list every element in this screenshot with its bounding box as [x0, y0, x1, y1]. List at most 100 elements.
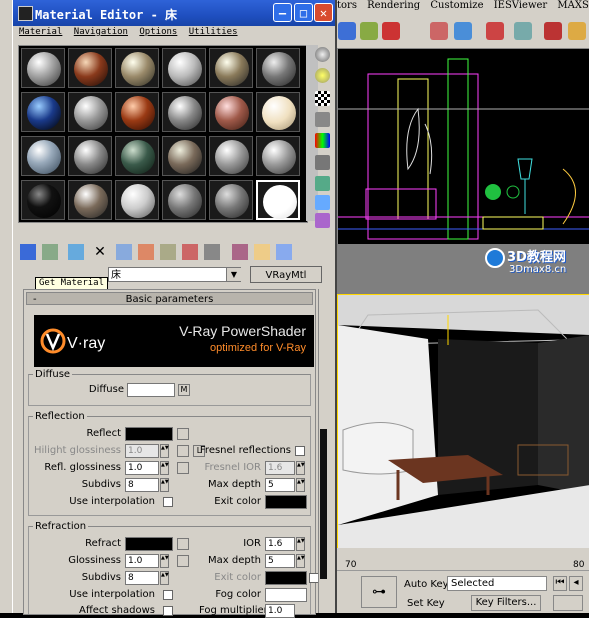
pick-material-icon[interactable]	[276, 244, 292, 260]
fog-color-swatch[interactable]	[265, 588, 307, 602]
put-to-scene-icon[interactable]	[42, 244, 58, 260]
refl-glossiness-map-button[interactable]	[177, 462, 189, 474]
sample-slot[interactable]	[21, 48, 65, 88]
rollout-scrollbar-thumb[interactable]	[320, 429, 327, 579]
get-material-icon[interactable]	[20, 244, 36, 260]
refraction-subdivs-input[interactable]: 8	[125, 571, 159, 585]
reflection-interpolation-checkbox[interactable]	[163, 497, 173, 507]
hilight-map-button[interactable]	[177, 445, 189, 457]
sample-slot[interactable]	[21, 92, 65, 132]
maximize-icon[interactable]: □	[294, 3, 313, 22]
sample-slot[interactable]	[256, 92, 300, 132]
sample-slot[interactable]	[115, 180, 159, 220]
affect-shadows-checkbox[interactable]	[163, 606, 173, 616]
minimize-icon[interactable]: –	[273, 3, 292, 22]
sample-slot[interactable]	[68, 180, 112, 220]
auto-key-label[interactable]: Auto Key	[404, 579, 449, 590]
sample-slot[interactable]	[21, 136, 65, 176]
diffuse-map-button[interactable]: M	[178, 384, 190, 396]
sample-slot[interactable]	[162, 48, 206, 88]
backlight-icon[interactable]	[315, 68, 330, 83]
refl-glossiness-spinner[interactable]: ▲▼	[160, 461, 169, 475]
refraction-max-depth-input[interactable]: 5	[265, 554, 295, 568]
viewport-perspective[interactable]	[337, 294, 589, 549]
mirror-icon[interactable]	[430, 22, 448, 40]
fresnel-reflections-checkbox[interactable]	[295, 446, 305, 456]
options-icon[interactable]	[315, 176, 330, 191]
refraction-interpolation-checkbox[interactable]	[163, 590, 173, 600]
render-scene-icon[interactable]	[544, 22, 562, 40]
rollout-collapse[interactable]: -	[33, 293, 37, 306]
refraction-max-depth-spinner[interactable]: ▲▼	[296, 554, 305, 568]
show-end-result-icon[interactable]	[204, 244, 220, 260]
menu-item-customize[interactable]: Customize	[430, 0, 483, 11]
assign-to-selection-icon[interactable]	[68, 244, 84, 260]
ior-input[interactable]: 1.6	[265, 537, 295, 551]
menu-item-iesviewer[interactable]: IESViewer	[494, 0, 548, 11]
refraction-glossiness-input[interactable]: 1.0	[125, 554, 159, 568]
angle-snap-icon[interactable]	[360, 22, 378, 40]
show-map-in-viewport-icon[interactable]	[182, 244, 198, 260]
sample-slot[interactable]	[256, 48, 300, 88]
sample-slot[interactable]	[21, 180, 65, 220]
refraction-glossiness-map-button[interactable]	[177, 555, 189, 567]
reflection-subdivs-input[interactable]: 8	[125, 478, 159, 492]
sample-slot[interactable]	[209, 48, 253, 88]
quick-render-icon[interactable]	[568, 22, 586, 40]
sample-type-icon[interactable]	[315, 47, 330, 62]
sample-slot[interactable]	[115, 92, 159, 132]
key-icon[interactable]: ⊶	[361, 576, 397, 608]
menu-material[interactable]: Material	[19, 27, 62, 37]
go-to-parent-icon[interactable]	[232, 244, 248, 260]
sample-slot[interactable]	[162, 180, 206, 220]
refl-glossiness-input[interactable]: 1.0	[125, 461, 159, 475]
material-type-button[interactable]: VRayMtl	[250, 266, 322, 283]
sample-slot[interactable]	[209, 136, 253, 176]
menu-item-rendering[interactable]: Rendering	[367, 0, 420, 11]
close-icon[interactable]: ✕	[314, 3, 333, 22]
fresnel-ior-spinner[interactable]: ▲▼	[296, 461, 305, 475]
ior-spinner[interactable]: ▲▼	[296, 537, 305, 551]
reflection-max-depth-spinner[interactable]: ▲▼	[296, 478, 305, 492]
key-filters-button[interactable]: Key Filters...	[471, 595, 541, 611]
render-icon[interactable]	[338, 22, 356, 40]
frame-field[interactable]	[553, 595, 583, 611]
reflection-subdivs-spinner[interactable]: ▲▼	[160, 478, 169, 492]
sample-slot[interactable]	[115, 136, 159, 176]
refraction-glossiness-spinner[interactable]: ▲▼	[160, 554, 169, 568]
sample-slot[interactable]	[256, 136, 300, 176]
sample-slot-active[interactable]	[256, 180, 300, 220]
menu-utilities[interactable]: Utilities	[189, 27, 238, 37]
sample-slot[interactable]	[115, 48, 159, 88]
reflection-exit-color-swatch[interactable]	[265, 495, 307, 509]
sample-slot[interactable]	[68, 136, 112, 176]
prev-frame-icon[interactable]: ◂	[569, 576, 583, 591]
reflection-max-depth-input[interactable]: 5	[265, 478, 295, 492]
menu-item-tools[interactable]: tors	[337, 0, 357, 11]
material-map-navigator-icon[interactable]	[315, 213, 330, 228]
schematic-icon[interactable]	[514, 22, 532, 40]
sample-slot[interactable]	[162, 136, 206, 176]
go-forward-sibling-icon[interactable]	[254, 244, 270, 260]
set-key-label[interactable]: Set Key	[407, 598, 445, 609]
hilight-glossiness-spinner[interactable]: ▲▼	[160, 444, 169, 458]
background-icon[interactable]	[315, 91, 330, 106]
diffuse-color-swatch[interactable]	[127, 383, 175, 397]
hilight-glossiness-input[interactable]: 1.0	[125, 444, 159, 458]
rollout-header[interactable]: - Basic parameters	[26, 292, 313, 305]
sample-slot[interactable]	[68, 48, 112, 88]
refract-color-swatch[interactable]	[125, 537, 173, 551]
goto-start-icon[interactable]: ⏮	[553, 576, 567, 591]
menu-item-maxscript[interactable]: MAXScript	[557, 0, 589, 11]
curve-editor-icon[interactable]	[486, 22, 504, 40]
timeline[interactable]: 70 80	[337, 548, 589, 571]
fresnel-ior-input[interactable]: 1.6	[265, 461, 295, 475]
align-icon[interactable]	[454, 22, 472, 40]
refract-map-button[interactable]	[177, 538, 189, 550]
sample-slot[interactable]	[68, 92, 112, 132]
material-name-dropdown-icon[interactable]: ▼	[226, 268, 241, 281]
make-unique-icon[interactable]	[116, 244, 132, 260]
sample-slot[interactable]	[162, 92, 206, 132]
refraction-exit-color-swatch[interactable]	[265, 571, 307, 585]
material-editor-titlebar[interactable]: Material Editor - 床 – □ ✕	[13, 0, 335, 26]
